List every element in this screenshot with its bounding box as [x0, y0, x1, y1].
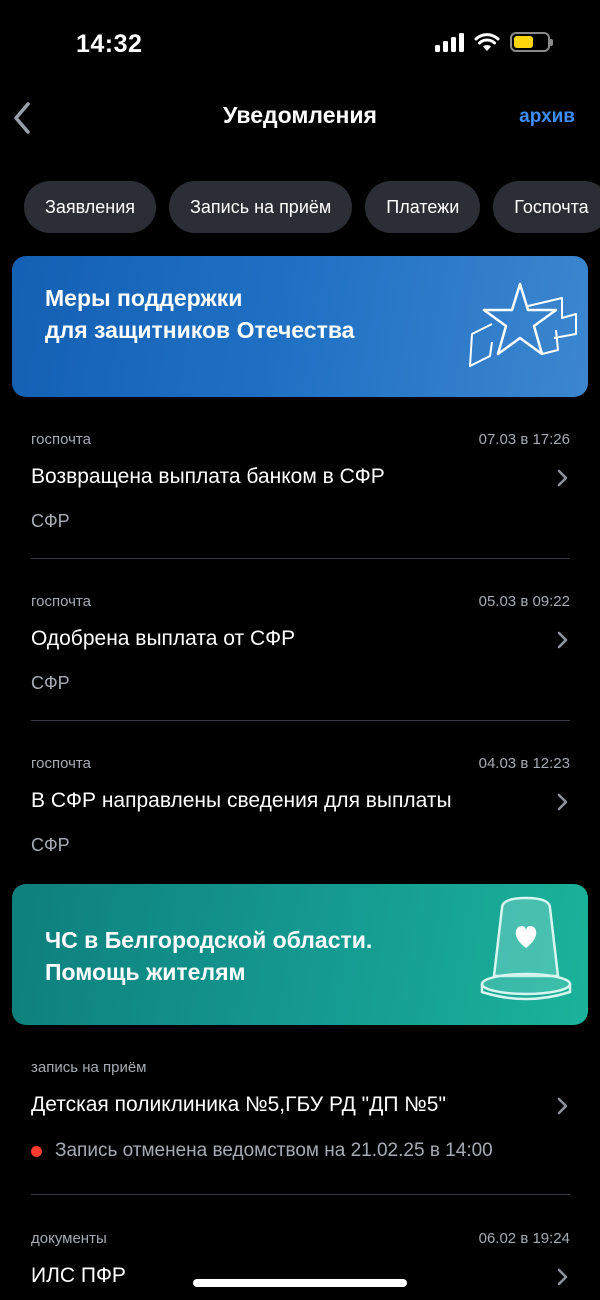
appointment-status: Запись отменена ведомством на 21.02.25 в… [31, 1140, 493, 1162]
archive-link[interactable]: архив [519, 106, 575, 128]
notification-org: СФР [31, 835, 70, 855]
divider [31, 1194, 570, 1195]
banner-belgorod-help[interactable]: ЧС в Белгородской области. Помощь жителя… [12, 884, 588, 1025]
banner-defenders-text: Меры поддержки для защитников Отечества [45, 282, 354, 346]
chevron-right-icon [557, 1097, 568, 1115]
home-indicator[interactable] [193, 1279, 407, 1287]
banner-belgorod-line1: ЧС в Белгородской области. [45, 927, 373, 953]
nav-bar: Уведомления архив [0, 90, 600, 150]
banner-defenders-line1: Меры поддержки [45, 285, 243, 311]
star-icon [469, 282, 577, 367]
notification-source: госпочта [31, 593, 91, 610]
filter-chips: Заявления Запись на приём Платежи Госпоч… [24, 181, 600, 233]
page-title: Уведомления [223, 102, 377, 128]
appointment-status-text: Запись отменена ведомством на 21.02.25 в… [55, 1140, 493, 1161]
notification-source: документы [31, 1230, 107, 1247]
notification-source: госпочта [31, 431, 91, 448]
divider [31, 720, 570, 721]
chevron-right-icon [557, 793, 568, 811]
status-bar: 14:32 [0, 0, 600, 90]
notification-title: Одобрена выплата от СФР [31, 627, 296, 650]
chip-applications[interactable]: Заявления [24, 181, 157, 233]
chevron-right-icon [557, 631, 568, 649]
notification-title: Детская поликлиника №5,ГБУ РД "ДП №5" [31, 1093, 446, 1116]
banner-defenders-support[interactable]: Меры поддержки для защитников Отечества [12, 256, 588, 397]
banner-belgorod-line2: Помощь жителям [45, 959, 246, 985]
notification-date: 04.03 в 12:23 [478, 755, 570, 772]
notification-date: 06.02 в 19:24 [478, 1230, 570, 1247]
notification-item[interactable]: госпочта 05.03 в 09:22 Одобрена выплата … [31, 593, 570, 693]
wifi-icon [474, 33, 500, 51]
notification-item[interactable]: госпочта 04.03 в 12:23 В СФР направлены … [31, 755, 570, 855]
banner-defenders-line2: для защитников Отечества [45, 317, 355, 343]
chevron-right-icon [557, 1268, 568, 1286]
notification-org: СФР [31, 673, 70, 693]
status-icons [435, 32, 553, 52]
chevron-right-icon [557, 469, 568, 487]
chip-payments[interactable]: Платежи [365, 181, 481, 233]
notification-item[interactable]: документы 06.02 в 19:24 ИЛС ПФР [31, 1230, 570, 1300]
notification-date: 05.03 в 09:22 [478, 593, 570, 610]
notification-org: СФР [31, 511, 70, 531]
notification-item[interactable]: госпочта 07.03 в 17:26 Возвращена выплат… [31, 431, 570, 531]
notification-title: ИЛС ПФР [31, 1264, 126, 1287]
divider [31, 558, 570, 559]
chip-gospochta[interactable]: Госпочта [493, 181, 600, 233]
notification-title: В СФР направлены сведения для выплаты [31, 789, 452, 812]
banner-belgorod-text: ЧС в Белгородской области. Помощь жителя… [45, 924, 372, 988]
signal-icon [435, 32, 464, 52]
battery-icon [510, 32, 553, 52]
status-dot [31, 1145, 42, 1157]
notification-source: госпочта [31, 755, 91, 772]
beacon-icon [480, 896, 572, 1001]
chip-appointments[interactable]: Запись на приём [169, 181, 353, 233]
notification-date: 07.03 в 17:26 [478, 431, 570, 448]
notification-title: Возвращена выплата банком в СФР [31, 465, 385, 488]
status-time: 14:32 [76, 30, 143, 58]
notification-source: запись на приём [31, 1059, 147, 1076]
notification-item[interactable]: запись на приём Детская поликлиника №5,Г… [31, 1059, 570, 1169]
